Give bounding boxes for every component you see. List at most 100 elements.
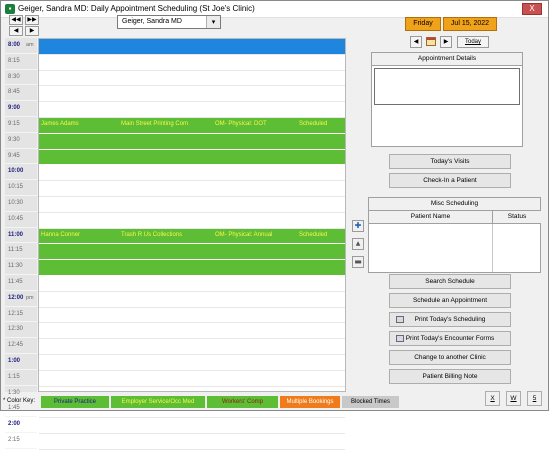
- time-row: 11:30: [5, 259, 37, 275]
- time-row: 12:15: [5, 307, 37, 323]
- search-schedule-button[interactable]: Search Schedule: [389, 274, 511, 289]
- time-label: 9:30: [8, 136, 20, 143]
- time-slot[interactable]: [39, 39, 345, 55]
- color-key-item: Private Practice: [41, 396, 109, 408]
- window-title: Geiger, Sandra MD: Daily Appointment Sch…: [18, 4, 255, 13]
- time-slot[interactable]: [39, 371, 345, 387]
- appointment-slot[interactable]: [39, 133, 345, 150]
- time-slot[interactable]: [39, 55, 345, 71]
- time-label: 10:45: [8, 215, 24, 222]
- time-label: 11:15: [8, 247, 23, 254]
- color-key-item: Employer Service/Occ Med: [111, 396, 205, 408]
- color-key-label: * Color Key:: [3, 398, 36, 404]
- printer-icon: [396, 335, 404, 342]
- next-date-button[interactable]: ▶: [440, 36, 452, 48]
- time-row: 8:15: [5, 54, 37, 70]
- prev-week-button[interactable]: ◀◀: [9, 15, 23, 25]
- calendar-icon[interactable]: [426, 37, 436, 46]
- time-row: 10:00: [5, 164, 37, 181]
- appointment-slot[interactable]: [39, 244, 345, 261]
- time-label: 9:15: [8, 121, 20, 127]
- time-row: 2:00: [5, 417, 37, 433]
- time-slot[interactable]: [39, 434, 345, 450]
- time-row: 8:45: [5, 85, 37, 102]
- time-label: 8:30: [8, 73, 20, 80]
- time-row: 12:30: [5, 322, 37, 339]
- change-clinic-button[interactable]: Change to another Clinic: [389, 350, 511, 365]
- time-slot[interactable]: [39, 292, 345, 308]
- time-slot[interactable]: [39, 213, 345, 229]
- schedule-grid[interactable]: James Adams Main Street Printing Com OM- P…: [38, 38, 346, 450]
- color-key-item: Blocked Times: [342, 396, 399, 408]
- appointment-slot[interactable]: [39, 260, 345, 276]
- time-label: 8:00: [8, 42, 21, 48]
- appointment-employer: Main Street Printing Com: [121, 121, 189, 127]
- letter-button-5[interactable]: 5: [527, 391, 542, 406]
- appointment-slot[interactable]: Hanna Conner Trash R Us Collections OM- Ph…: [39, 228, 345, 245]
- appointment-type: OM- Physical: Annual: [215, 231, 273, 238]
- ampm-label: pm: [26, 294, 34, 301]
- column-divider: [492, 224, 493, 272]
- color-key-item: Multiple Bookings: [280, 396, 340, 408]
- time-label: 11:45: [8, 279, 23, 285]
- remove-appointment-button[interactable]: ▬: [352, 256, 364, 268]
- appointment-patient: Hanna Conner: [41, 231, 81, 238]
- time-slot[interactable]: [39, 276, 345, 292]
- app-icon: ▪: [5, 4, 15, 14]
- time-slot[interactable]: [39, 323, 345, 340]
- time-row: 8:00 am: [5, 38, 37, 54]
- appointment-status: Scheduled: [299, 231, 328, 238]
- time-label: 1:00: [8, 358, 21, 364]
- time-slot[interactable]: [39, 308, 345, 324]
- appointment-status: Scheduled: [299, 121, 328, 127]
- time-slot[interactable]: [39, 102, 345, 118]
- time-label: 12:00: [8, 294, 24, 301]
- chevron-down-icon[interactable]: ▾: [206, 16, 220, 28]
- appointment-patient: James Adams: [41, 121, 79, 127]
- time-slot[interactable]: [39, 71, 345, 87]
- appointment-slot[interactable]: James Adams Main Street Printing Com OM- P…: [39, 118, 345, 134]
- letter-button-x[interactable]: X: [485, 391, 500, 406]
- time-row: 1:15: [5, 370, 37, 386]
- time-slot[interactable]: [39, 181, 345, 197]
- time-row: 11:15: [5, 243, 37, 260]
- time-row: 2:15: [5, 433, 37, 449]
- time-row: 9:15: [5, 117, 37, 133]
- check-in-button[interactable]: Check-In a Patient: [389, 173, 511, 188]
- appointment-type: OM- Physical: DOT: [215, 121, 267, 127]
- provider-select[interactable]: Geiger, Sandra MD ▾: [117, 15, 221, 29]
- time-label: 1:15: [8, 373, 20, 380]
- close-button[interactable]: X: [522, 3, 542, 15]
- prev-day-button[interactable]: ◀: [9, 26, 23, 36]
- next-week-button[interactable]: ▶▶: [25, 15, 39, 25]
- scheduling-window: ▪ Geiger, Sandra MD: Daily Appointment S…: [0, 0, 549, 450]
- time-slot[interactable]: [39, 355, 345, 371]
- add-appointment-button[interactable]: ✚: [352, 220, 364, 232]
- time-label: 2:15: [8, 437, 20, 443]
- day-label: Friday: [405, 17, 441, 31]
- time-label: 2:00: [8, 421, 21, 428]
- billing-note-button[interactable]: Patient Billing Note: [389, 369, 511, 384]
- status-column[interactable]: Status: [493, 211, 541, 224]
- time-slot[interactable]: [39, 165, 345, 182]
- appointment-slot[interactable]: [39, 149, 345, 166]
- todays-visits-button[interactable]: Today's Visits: [389, 154, 511, 169]
- time-row: 10:45: [5, 212, 37, 228]
- print-encounter-button[interactable]: Print Today's Encounter Forms: [389, 331, 511, 346]
- today-button[interactable]: Today: [457, 36, 489, 48]
- misc-scheduling-header: Misc Scheduling: [369, 198, 540, 211]
- move-up-button[interactable]: ▲: [352, 238, 364, 250]
- time-slot[interactable]: [39, 197, 345, 213]
- schedule-appointment-button[interactable]: Schedule an Appointment: [389, 293, 511, 308]
- time-slot[interactable]: [39, 418, 345, 434]
- time-row: 9:30: [5, 133, 37, 149]
- print-scheduling-button[interactable]: Print Today's Scheduling: [389, 312, 511, 327]
- time-label: 12:45: [8, 342, 24, 349]
- letter-button-w[interactable]: W: [506, 391, 521, 406]
- time-row: 9:45: [5, 149, 37, 165]
- time-slot[interactable]: [39, 86, 345, 103]
- next-day-button[interactable]: ▶: [25, 26, 39, 36]
- time-slot[interactable]: [39, 339, 345, 355]
- patient-name-column[interactable]: Patient Name: [369, 211, 493, 224]
- prev-date-button[interactable]: ◀: [410, 36, 422, 48]
